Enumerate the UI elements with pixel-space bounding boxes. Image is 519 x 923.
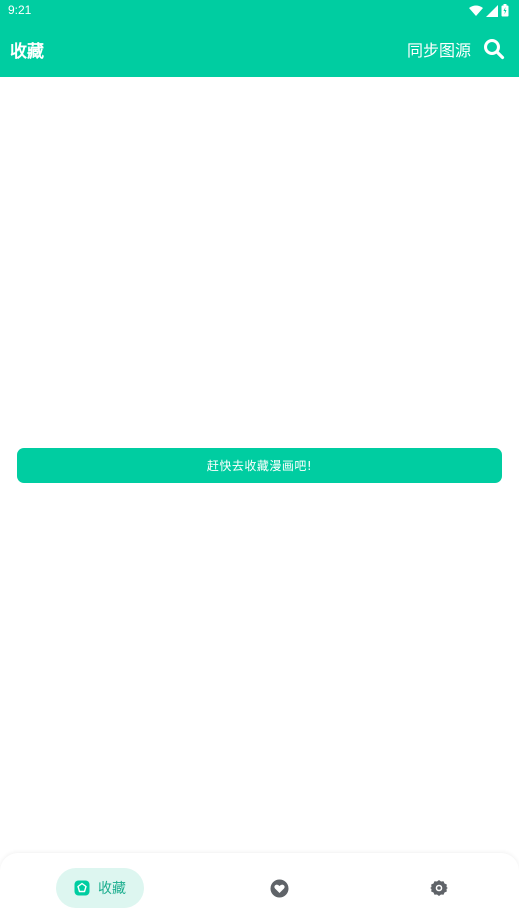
app-bar: 收藏 同步图源 [0, 22, 519, 77]
bottom-nav: 收藏 [0, 853, 519, 923]
status-bar: 9:21 [0, 0, 519, 22]
sync-sources-button[interactable]: 同步图源 [407, 37, 471, 61]
nav-item-favorites[interactable]: 收藏 [56, 868, 144, 908]
settings-icon[interactable] [430, 879, 448, 897]
heart-icon[interactable] [270, 879, 289, 898]
status-icons [469, 4, 509, 17]
battery-icon [501, 4, 509, 17]
status-time: 9:21 [8, 3, 32, 17]
signal-icon [486, 4, 498, 17]
favorites-icon [74, 880, 90, 896]
nav-item-label: 收藏 [98, 881, 126, 897]
go-collect-button[interactable]: 赶快去收藏漫画吧! [17, 448, 502, 483]
favorites-content: 赶快去收藏漫画吧! [0, 77, 519, 853]
wifi-icon [469, 5, 483, 16]
search-icon[interactable] [483, 38, 505, 60]
page-title: 收藏 [10, 42, 44, 62]
